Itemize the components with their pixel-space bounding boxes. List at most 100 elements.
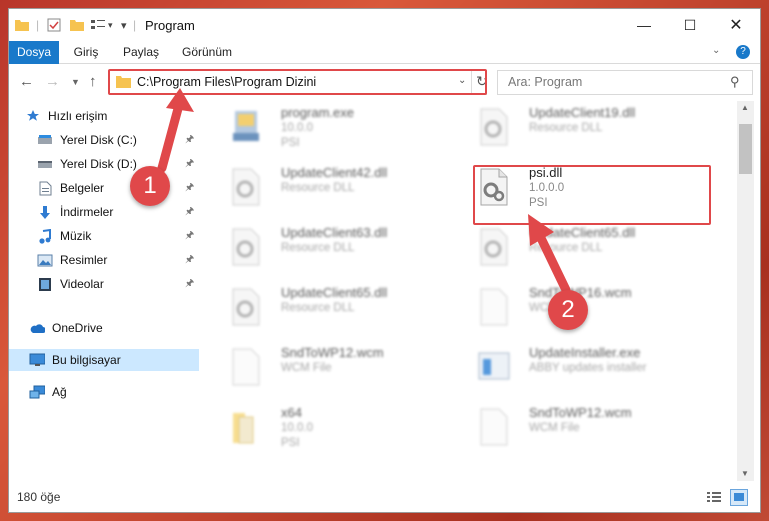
star-icon (25, 108, 41, 124)
file-version: 10.0.0 (281, 422, 313, 434)
scrollbar-thumb[interactable] (739, 124, 752, 174)
pin-icon[interactable]: 🖈 (185, 132, 194, 149)
file-name: x64 (281, 405, 302, 420)
address-highlight-box (108, 69, 487, 95)
customize-toolbar-icon[interactable]: ▾ (121, 17, 127, 33)
search-input[interactable]: Ara: Program ⚲ (497, 70, 753, 95)
sidebar-item-local-disk-c[interactable]: Yerel Disk (C:) 🖈 (37, 129, 227, 151)
expand-ribbon-icon[interactable]: ⌄ (712, 45, 720, 56)
file-description: ABBY updates installer (529, 362, 647, 374)
file-item[interactable]: UpdateInstaller.exe ABBY updates install… (469, 343, 699, 399)
large-icons-view-icon[interactable] (730, 489, 748, 506)
up-arrow-icon[interactable]: ↑ (89, 73, 97, 90)
scroll-up-icon[interactable]: ▲ (741, 103, 749, 112)
close-button[interactable]: ✕ (713, 9, 759, 41)
sidebar-item-downloads[interactable]: İndirmeler 🖈 (37, 201, 227, 223)
ribbon-tabs: Dosya Giriş Paylaş Görünüm ⌄ ? (9, 41, 760, 97)
file-highlight-box (473, 165, 711, 225)
file-item[interactable]: UpdateClient19.dll Resource DLL (469, 103, 699, 159)
dll-icon (477, 107, 511, 147)
new-folder-icon[interactable] (70, 17, 84, 33)
separator: | (133, 18, 137, 32)
details-view-icon[interactable] (707, 491, 721, 506)
back-arrow-icon[interactable]: ← (19, 73, 34, 90)
sidebar-item-label: Resimler (60, 253, 108, 267)
search-icon: ⚲ (730, 74, 740, 89)
file-type: WCM File (281, 362, 332, 374)
file-item[interactable]: UpdateClient65.dll Resource DLL (469, 223, 699, 279)
separator: | (36, 18, 40, 32)
pin-icon[interactable]: 🖈 (185, 252, 194, 269)
sidebar-item-onedrive[interactable]: OneDrive (29, 317, 219, 339)
file-item[interactable]: program.exe 10.0.0 PSI (221, 103, 451, 159)
minimize-button[interactable]: — (621, 9, 667, 41)
installer-icon (477, 347, 511, 387)
scroll-down-icon[interactable]: ▼ (741, 469, 749, 478)
sidebar-item-videos[interactable]: Videolar 🖈 (37, 273, 227, 295)
pin-icon[interactable]: 🖈 (185, 204, 194, 221)
marker-2: 2 (548, 290, 588, 330)
file-name: UpdateInstaller.exe (529, 345, 641, 360)
file-item[interactable]: x64 10.0.0 PSI (221, 403, 451, 459)
sidebar-item-label: İndirmeler (60, 205, 114, 219)
tab-home[interactable]: Giriş (62, 41, 110, 63)
dll-icon (229, 167, 263, 207)
file-list: program.exe 10.0.0 PSI UpdateClient19.dl… (201, 101, 737, 481)
chevron-down-icon[interactable]: ▾ (108, 17, 113, 33)
properties-icon[interactable] (47, 17, 61, 33)
file-item[interactable]: SndToWP12.wcm WCM File (221, 343, 451, 399)
sidebar-item-this-pc[interactable]: Bu bilgisayar (9, 349, 199, 371)
file-description: Resource DLL (281, 182, 355, 194)
search-placeholder: Ara: Program (508, 75, 583, 89)
dll-icon (477, 227, 511, 267)
folder-icon (15, 17, 29, 33)
navigation-bar: ← → ▼ ↑ C:\Program Files\Program Dizini … (9, 64, 760, 99)
status-bar: 180 öğe (9, 485, 760, 511)
recent-locations-icon[interactable]: ▼ (71, 77, 80, 87)
documents-icon (37, 180, 53, 196)
view-options-icon[interactable] (90, 17, 106, 33)
sidebar-item-local-disk-d[interactable]: Yerel Disk (D:) 🖈 (37, 153, 227, 175)
pictures-icon (37, 252, 53, 268)
file-item[interactable]: SndToWP12.wcm WCM File (469, 403, 699, 459)
file-name: SndToWP12.wcm (281, 345, 384, 360)
vertical-scrollbar[interactable]: ▲ ▼ (737, 101, 754, 481)
file-company: PSI (281, 437, 300, 449)
marker-1: 1 (130, 166, 170, 206)
music-icon (37, 228, 53, 244)
sidebar-item-quick-access[interactable]: Hızlı erişim (25, 105, 215, 127)
file-company: PSI (281, 137, 300, 149)
item-count: 180 öğe (17, 490, 61, 504)
file-item[interactable]: UpdateClient42.dll Resource DLL (221, 163, 451, 219)
file-type: WCM File (529, 422, 580, 434)
file-version: 10.0.0 (281, 122, 313, 134)
maximize-button[interactable]: ☐ (667, 9, 713, 41)
tab-share[interactable]: Paylaş (116, 41, 166, 63)
sidebar-item-label: Bu bilgisayar (52, 353, 121, 367)
pin-icon[interactable]: 🖈 (185, 228, 194, 245)
tab-view[interactable]: Görünüm (174, 41, 240, 63)
file-icon (229, 347, 263, 387)
help-icon[interactable]: ? (736, 45, 750, 59)
video-icon (37, 276, 53, 292)
dll-icon (229, 227, 263, 267)
file-description: Resource DLL (281, 242, 355, 254)
sidebar-item-pictures[interactable]: Resimler 🖈 (37, 249, 227, 271)
title-bar: | ▾ ▾ | Program — ☐ ✕ (9, 9, 760, 41)
pin-icon[interactable]: 🖈 (185, 276, 194, 293)
pin-icon[interactable]: 🖈 (185, 156, 194, 173)
file-item[interactable]: UpdateClient65.dll Resource DLL (221, 283, 451, 339)
folder-icon (229, 407, 263, 447)
sidebar-item-network[interactable]: Ağ (29, 381, 219, 403)
download-icon (37, 204, 53, 220)
drive-icon (37, 132, 53, 148)
sidebar-item-label: Hızlı erişim (48, 109, 108, 123)
file-item[interactable]: UpdateClient63.dll Resource DLL (221, 223, 451, 279)
pin-icon[interactable]: 🖈 (185, 180, 194, 197)
forward-arrow-icon[interactable]: → (45, 73, 60, 90)
file-name: UpdateClient63.dll (281, 225, 388, 240)
sidebar-item-label: Yerel Disk (D:) (60, 157, 137, 171)
window-title: Program (145, 18, 195, 33)
file-icon (477, 407, 511, 447)
sidebar-item-music[interactable]: Müzik 🖈 (37, 225, 227, 247)
